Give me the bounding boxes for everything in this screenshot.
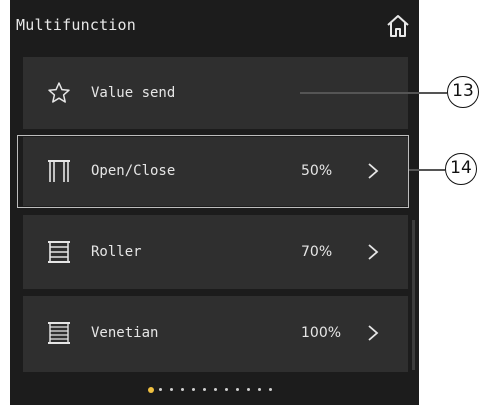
row-venetian[interactable]: Venetian 100% — [23, 296, 408, 372]
star-icon — [48, 82, 70, 103]
row-label: Venetian — [91, 325, 159, 341]
roller-blind-icon — [48, 241, 70, 263]
header: Multifunction — [10, 0, 419, 54]
row-value: 100% — [301, 325, 342, 341]
page-dot[interactable] — [247, 388, 250, 391]
page-dot[interactable] — [225, 388, 228, 391]
page-dot[interactable] — [203, 388, 206, 391]
page-title: Multifunction — [16, 16, 136, 34]
callout-line — [300, 92, 447, 94]
page-dot[interactable] — [159, 388, 162, 391]
selection-highlight — [17, 135, 409, 208]
page-dot[interactable] — [148, 387, 154, 393]
row-value: 70% — [301, 244, 333, 260]
row-label: Roller — [91, 244, 142, 260]
chevron-right-icon[interactable] — [367, 324, 379, 342]
callout-line — [409, 169, 445, 171]
scrollbar[interactable] — [412, 220, 415, 370]
chevron-right-icon[interactable] — [367, 243, 379, 261]
venetian-blind-icon — [48, 322, 70, 344]
page-dot[interactable] — [181, 388, 184, 391]
callout-13: 13 — [447, 76, 479, 108]
page-dot[interactable] — [236, 388, 239, 391]
page-dot[interactable] — [269, 388, 272, 391]
home-icon[interactable] — [384, 12, 412, 40]
page-dot[interactable] — [258, 388, 261, 391]
callout-14: 14 — [445, 153, 477, 185]
row-roller[interactable]: Roller 70% — [23, 215, 408, 289]
page-dot[interactable] — [214, 388, 217, 391]
page-dot[interactable] — [170, 388, 173, 391]
row-label: Value send — [91, 85, 176, 101]
page-dot[interactable] — [192, 388, 195, 391]
